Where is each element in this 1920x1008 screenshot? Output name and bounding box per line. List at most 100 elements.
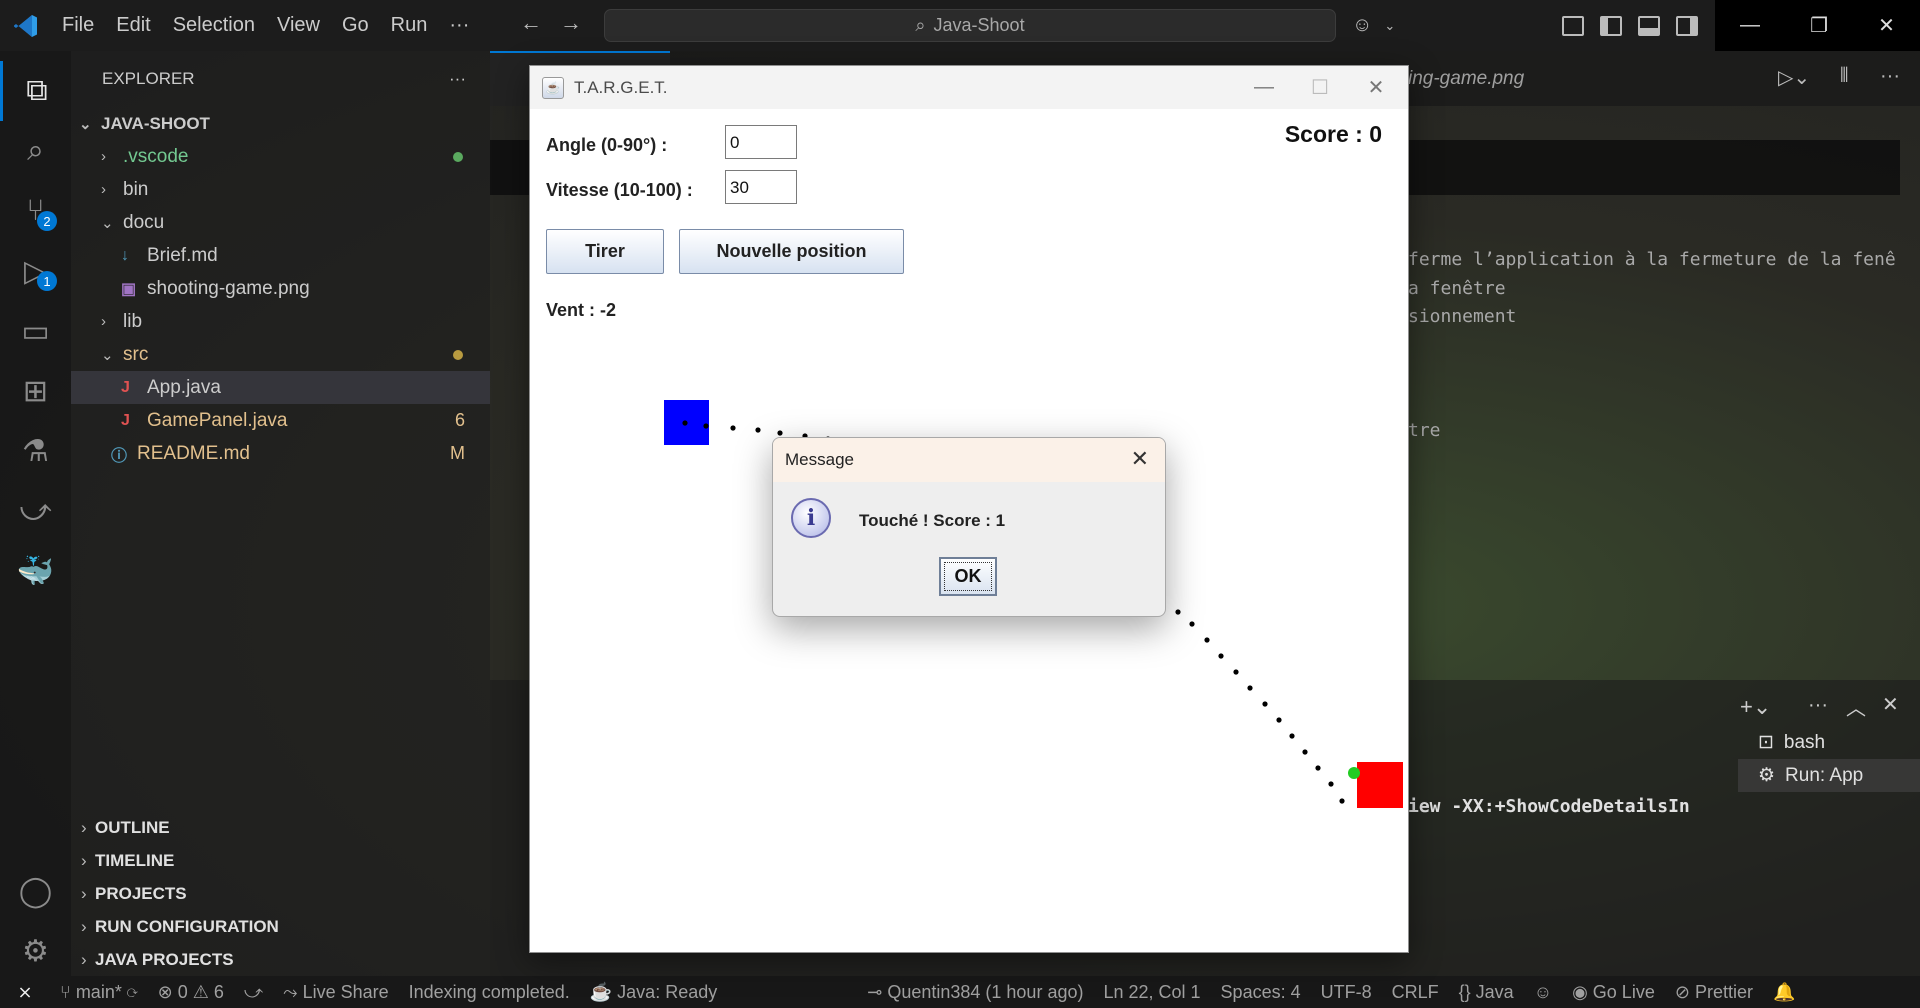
split-editor-icon[interactable]: ⫴ <box>1840 65 1848 88</box>
eol-status[interactable]: CRLF <box>1382 982 1449 1003</box>
extensions-icon[interactable]: ⊞ <box>0 361 71 421</box>
arrow-right-icon[interactable]: → <box>560 10 582 36</box>
more-actions-icon[interactable]: ··· <box>449 69 466 89</box>
toggle-sidebar-icon[interactable] <box>1600 15 1622 36</box>
command-center-label: Java-Shoot <box>933 15 1025 35</box>
maximize-icon[interactable]: ☐ <box>1292 66 1348 109</box>
terminal-tab-label: bash <box>1783 731 1826 753</box>
chevron-right-icon: › <box>101 181 106 198</box>
search-icon[interactable]: ⌕ <box>0 121 71 181</box>
arrow-left-icon[interactable]: ← <box>520 10 542 36</box>
activity-bar: ⧉ ⌕ ⑂ 2 ▷ 1 ▭ ⊞ ⚗ ⤻ 🐳 ◯ ⚙ <box>0 51 71 976</box>
trajectory-dot <box>1204 637 1210 643</box>
command-center[interactable]: ⌕ Java-Shoot <box>604 9 1336 42</box>
maximize-panel-icon[interactable]: ︿ <box>1846 692 1866 721</box>
encoding-status[interactable]: UTF-8 <box>1311 982 1382 1003</box>
title-bar: File Edit Selection View Go Run ··· ← → ⌕ Java… <box>0 0 1920 51</box>
tree-item[interactable]: ↓ Brief.md <box>71 239 490 272</box>
fire-button[interactable]: Tirer <box>546 229 664 274</box>
explorer-icon[interactable]: ⧉ <box>0 61 71 121</box>
sidebar-section[interactable]: › TIMELINE <box>71 844 490 877</box>
account-icon[interactable]: ◯ <box>0 861 71 921</box>
close-icon[interactable]: ✕ <box>1131 446 1149 472</box>
tree-item[interactable]: J App.java <box>71 371 490 404</box>
tree-item[interactable]: ⌄ src <box>71 338 490 371</box>
image-file-icon: ▣ <box>121 280 137 298</box>
trajectory-dot <box>1276 717 1282 723</box>
info-icon: i <box>791 498 831 538</box>
menu-item[interactable]: File <box>51 14 105 37</box>
menu-item[interactable]: ··· <box>438 14 480 37</box>
settings-gear-icon[interactable]: ⚙ <box>0 921 71 981</box>
menu-item[interactable]: Selection <box>162 14 266 37</box>
minimize-icon[interactable]: — <box>1236 66 1292 109</box>
wind-label: Vent : -2 <box>546 300 617 320</box>
customize-layout-icon[interactable] <box>1562 15 1584 36</box>
angle-input[interactable]: 0 <box>725 125 797 159</box>
trajectory-dot <box>1247 685 1253 691</box>
run-icon[interactable]: ▷⌄ <box>1778 65 1810 90</box>
source-control-icon[interactable]: ⑂ 2 <box>0 181 71 241</box>
menu-item[interactable]: Go <box>331 14 380 37</box>
section-label: JAVA PROJECTS <box>95 949 234 969</box>
code-line: tre <box>1408 420 1441 441</box>
tree-item-label: README.md <box>137 442 250 464</box>
explorer-title: EXPLORER <box>102 69 195 88</box>
tree-item[interactable]: ⌄ docu <box>71 206 490 239</box>
copilot-status-icon[interactable]: ☺ <box>1524 982 1562 1003</box>
tree-item-label: shooting-game.png <box>147 277 310 299</box>
remote-indicator-icon[interactable]: ⨯ <box>0 976 50 1008</box>
sidebar-section[interactable]: › PROJECTS <box>71 877 490 910</box>
new-terminal-icon[interactable]: +⌄ <box>1740 694 1771 720</box>
close-icon[interactable]: ✕ <box>1348 66 1404 109</box>
notifications-icon[interactable]: 🔔 <box>1763 982 1805 1003</box>
chevron-right-icon: › <box>81 949 87 969</box>
sidebar-section[interactable]: › JAVA PROJECTS <box>71 943 490 976</box>
prettier-status[interactable]: ⊘ Prettier <box>1665 982 1763 1003</box>
tree-item[interactable]: ▣ shooting-game.png <box>71 272 490 305</box>
more-actions-icon[interactable]: ··· <box>1808 694 1828 717</box>
docker-icon[interactable]: 🐳 <box>0 541 71 601</box>
git-blame-status[interactable]: ⊸ Quentin384 (1 hour ago) <box>857 982 1093 1003</box>
menu-item[interactable]: Edit <box>105 14 161 37</box>
tree-item[interactable]: J GamePanel.java 6 <box>71 404 490 437</box>
tree-item[interactable]: ⓘ README.md M <box>71 437 490 470</box>
terminal-tab[interactable]: ⚙ Run: App <box>1738 759 1920 792</box>
chevron-right-icon: › <box>101 148 106 165</box>
more-actions-icon[interactable]: ··· <box>1880 65 1900 88</box>
tree-item[interactable]: › lib <box>71 305 490 338</box>
ok-button[interactable]: OK <box>939 557 997 596</box>
run-debug-icon[interactable]: ▷ 1 <box>0 241 71 301</box>
toggle-secondary-sidebar-icon[interactable] <box>1676 15 1698 36</box>
run-status-icon[interactable]: ⤻ <box>234 982 273 1003</box>
trajectory-dot <box>1302 749 1308 755</box>
editor-tab-label[interactable]: ing-game.png <box>1408 68 1524 90</box>
speed-input[interactable]: 30 <box>725 170 797 204</box>
live-share-status[interactable]: ⤳ Live Share <box>273 982 398 1003</box>
terminal-tab[interactable]: ⊡ bash <box>1738 726 1920 759</box>
testing-icon[interactable]: ⚗ <box>0 421 71 481</box>
sidebar-section[interactable]: › RUN CONFIGURATION <box>71 910 490 943</box>
menu-item[interactable]: Run <box>380 14 439 37</box>
copilot-menu[interactable]: ☺ ⌄ <box>1352 0 1395 51</box>
go-live-status[interactable]: ◉ Go Live <box>1562 982 1665 1003</box>
remote-explorer-icon[interactable]: ▭ <box>0 301 71 361</box>
project-root[interactable]: ⌄ JAVA-SHOOT <box>71 107 490 140</box>
java-status[interactable]: ☕ Java: Ready <box>580 982 727 1003</box>
toggle-panel-icon[interactable] <box>1638 15 1660 36</box>
branch-status[interactable]: ⑂ main* ⟳ <box>50 982 148 1003</box>
live-share-icon[interactable]: ⤻ <box>0 481 71 541</box>
problems-status[interactable]: ⊗ 0 ⚠ 6 <box>148 982 234 1003</box>
close-icon[interactable]: ✕ <box>1878 13 1895 38</box>
indentation-status[interactable]: Spaces: 4 <box>1211 982 1311 1003</box>
minimize-icon[interactable]: — <box>1740 14 1760 37</box>
cursor-position[interactable]: Ln 22, Col 1 <box>1093 982 1210 1003</box>
close-panel-icon[interactable]: ✕ <box>1882 692 1899 717</box>
tree-item[interactable]: › .vscode <box>71 140 490 173</box>
restore-icon[interactable]: ❐ <box>1810 13 1828 38</box>
menu-item[interactable]: View <box>266 14 331 37</box>
tree-item[interactable]: › bin <box>71 173 490 206</box>
new-position-button[interactable]: Nouvelle position <box>679 229 904 274</box>
language-status[interactable]: {} Java <box>1449 982 1524 1003</box>
sidebar-section[interactable]: › OUTLINE <box>71 811 490 844</box>
